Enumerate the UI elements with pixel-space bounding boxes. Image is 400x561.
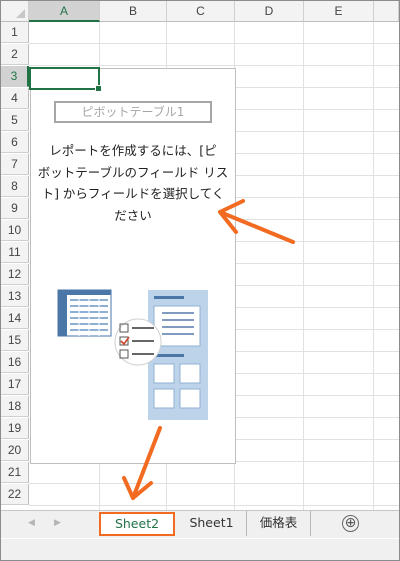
- row-header-14[interactable]: 14: [1, 308, 29, 329]
- row-header-17[interactable]: 17: [1, 374, 29, 395]
- gridline: [29, 65, 399, 66]
- pivot-instruction-line: ト] からフィールドを選択してく: [41, 186, 225, 201]
- row-header-3[interactable]: 3: [1, 66, 29, 87]
- row-header-10[interactable]: 10: [1, 220, 29, 241]
- pivot-table-name: ピボットテーブル1: [54, 101, 212, 123]
- row-header-1[interactable]: 1: [1, 22, 29, 43]
- row-header-8[interactable]: 8: [1, 176, 29, 197]
- row-header-5[interactable]: 5: [1, 110, 29, 131]
- row-header-22[interactable]: 22: [1, 484, 29, 505]
- row-header-12[interactable]: 12: [1, 264, 29, 285]
- column-header-e[interactable]: E: [304, 1, 374, 22]
- row-header-9[interactable]: 9: [1, 198, 29, 219]
- row-header-6[interactable]: 6: [1, 132, 29, 153]
- select-all-triangle-icon: [16, 9, 25, 18]
- pivot-instruction-text: レポートを作成するには、[ピ ボットテーブルのフィールド リス ト] からフィー…: [34, 140, 232, 226]
- row-header-19[interactable]: 19: [1, 418, 29, 439]
- tab-sheet1[interactable]: Sheet1: [177, 511, 247, 536]
- row-header-11[interactable]: 11: [1, 242, 29, 263]
- row-header-16[interactable]: 16: [1, 352, 29, 373]
- scroll-tabs-left-icon[interactable]: ◀: [28, 518, 35, 528]
- row-header-20[interactable]: 20: [1, 440, 29, 461]
- gridline: [29, 505, 399, 506]
- row-header-4[interactable]: 4: [1, 88, 29, 109]
- gridline: [29, 43, 399, 44]
- row-header-18[interactable]: 18: [1, 396, 29, 417]
- tab-price-list[interactable]: 価格表: [247, 511, 311, 536]
- row-header-13[interactable]: 13: [1, 286, 29, 307]
- column-header-c[interactable]: C: [167, 1, 235, 22]
- column-header-b[interactable]: B: [100, 1, 167, 22]
- column-header-partial[interactable]: [374, 1, 399, 22]
- gridline: [373, 22, 374, 510]
- column-header-a[interactable]: A: [29, 1, 100, 22]
- scroll-tabs-right-icon[interactable]: ▶: [54, 518, 61, 528]
- active-cell-a3[interactable]: [29, 67, 102, 92]
- pivot-instruction-line: レポートを作成するには、[ピ: [49, 143, 217, 158]
- pivot-instruction-line: ださい: [114, 207, 152, 223]
- column-header-d[interactable]: D: [235, 1, 304, 22]
- row-header-7[interactable]: 7: [1, 154, 29, 175]
- select-all-corner[interactable]: [1, 1, 29, 22]
- gridline: [29, 483, 399, 484]
- row-header-2[interactable]: 2: [1, 44, 29, 65]
- row-header-21[interactable]: 21: [1, 462, 29, 483]
- status-bar: [1, 539, 399, 560]
- add-sheet-button[interactable]: ⊕: [342, 515, 359, 532]
- sheet-tab-bar: ◀ ▶ Sheet2 Sheet1 価格表 ⊕: [1, 510, 399, 538]
- gridline: [303, 22, 304, 510]
- tab-sheet2[interactable]: Sheet2: [99, 512, 175, 536]
- row-header-15[interactable]: 15: [1, 330, 29, 351]
- pivot-instruction-line: ボットテーブルのフィールド リス: [37, 164, 229, 180]
- pivot-fields-illustration-icon: [57, 289, 208, 420]
